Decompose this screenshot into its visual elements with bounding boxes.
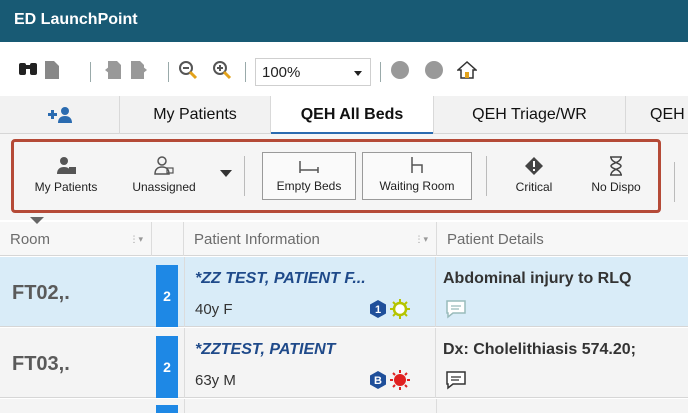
hexagon-badge-icon: B	[370, 371, 386, 389]
patient-details-cell: Abdominal injury to RLQ	[437, 257, 688, 327]
column-menu-icon[interactable]: ⋮▾	[129, 234, 143, 245]
hexagon-badge-icon: 1	[370, 300, 386, 318]
toolbar-divider	[168, 62, 169, 82]
tab-qeh[interactable]: QEH	[626, 96, 688, 134]
tab-qeh-triage-wr[interactable]: QEH Triage/WR	[434, 96, 626, 134]
column-header-patient-details[interactable]: Patient Details	[437, 222, 688, 256]
title-bar: ED LaunchPoint	[0, 0, 688, 42]
circle-icon[interactable]	[390, 60, 410, 80]
filter-divider	[674, 162, 675, 202]
comment-icon[interactable]	[445, 370, 467, 390]
zoom-select[interactable]: 100%	[255, 58, 371, 86]
patient-details-text: Abdominal injury to RLQ	[443, 270, 632, 287]
column-header-label: Patient Information	[194, 230, 320, 248]
binoculars-icon[interactable]	[18, 60, 38, 78]
table-row[interactable]: FT03,. 2 *ZZTEST, PATIENT 63y M B Dx: Ch…	[0, 328, 688, 398]
acuity-badge: 2	[156, 336, 178, 398]
tab-add-patient[interactable]	[0, 96, 120, 134]
column-menu-icon[interactable]: ⋮▾	[414, 234, 428, 245]
app-title: ED LaunchPoint	[14, 11, 138, 28]
patient-details-cell: Dx: Cholelithiasis 574.20;	[437, 328, 688, 398]
toolbar-divider	[90, 62, 91, 82]
svg-text:B: B	[374, 375, 382, 387]
circle-icon[interactable]	[424, 60, 444, 80]
tab-label: QEH	[650, 106, 685, 123]
chevron-down-icon	[354, 71, 362, 76]
tab-label: QEH All Beds	[300, 106, 404, 123]
table-row[interactable]: FT02,. 2 *ZZ TEST, PATIENT F... 40y F 1 …	[0, 257, 688, 327]
table-header: Room ⋮▾ Patient Information ⋮▾ Patient D…	[0, 217, 688, 256]
cell-divider	[184, 399, 185, 413]
tab-bar: My Patients QEH All Beds QEH Triage/WR Q…	[0, 96, 688, 135]
column-header-acuity[interactable]	[152, 222, 184, 256]
patient-name[interactable]: *ZZTEST, PATIENT	[195, 341, 335, 359]
forward-icon[interactable]	[130, 60, 148, 80]
toolbar-divider	[380, 62, 381, 82]
column-header-label: Patient Details	[447, 230, 544, 248]
patient-name[interactable]: *ZZ TEST, PATIENT F...	[195, 270, 366, 288]
zoom-value: 100%	[262, 64, 301, 81]
acuity-badge: 2	[156, 265, 178, 327]
column-header-patient-info[interactable]: Patient Information ⋮▾	[184, 222, 437, 256]
tab-label: QEH Triage/WR	[472, 106, 587, 123]
home-icon[interactable]	[457, 60, 477, 80]
column-header-room[interactable]: Room ⋮▾	[0, 222, 152, 256]
cell-divider	[436, 399, 437, 413]
comment-icon[interactable]	[445, 299, 467, 319]
add-person-icon	[47, 107, 72, 123]
zoom-in-icon[interactable]	[212, 60, 232, 80]
patient-details-text: Dx: Cholelithiasis 574.20;	[443, 341, 636, 358]
patient-demographics: 40y F	[195, 301, 233, 318]
toolbar-divider	[245, 62, 246, 82]
column-header-label: Room	[10, 230, 51, 248]
patient-demographics: 63y M	[195, 372, 236, 389]
patient-info-cell: *ZZ TEST, PATIENT F... 40y F 1	[184, 257, 436, 327]
zoom-out-icon[interactable]	[178, 60, 198, 80]
patient-info-cell: *ZZTEST, PATIENT 63y M B	[184, 328, 436, 398]
back-icon[interactable]	[104, 60, 122, 80]
svg-text:1: 1	[375, 304, 381, 316]
acuity-badge	[156, 405, 178, 413]
document-icon[interactable]	[44, 60, 60, 80]
tab-label: My Patients	[153, 106, 237, 123]
tab-my-patients[interactable]: My Patients	[120, 96, 271, 134]
tab-qeh-all-beds[interactable]: QEH All Beds	[271, 96, 434, 135]
filter-highlight-box	[11, 139, 661, 213]
room-cell: FT03,.	[12, 353, 70, 375]
table-row-partial	[0, 399, 688, 413]
sun-badge-icon	[390, 299, 410, 319]
room-cell: FT02,.	[12, 282, 70, 304]
alert-sun-icon	[390, 370, 410, 390]
